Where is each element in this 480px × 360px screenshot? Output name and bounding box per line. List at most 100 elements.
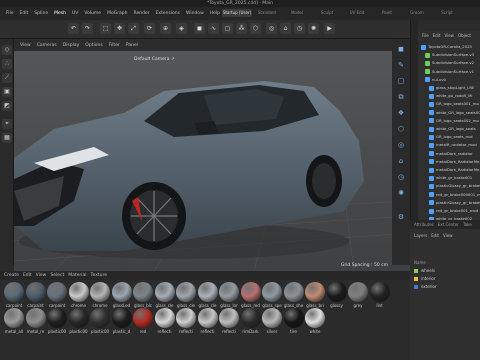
material-swatch[interactable] [90, 308, 110, 328]
light-icon[interactable]: ✺ [308, 23, 319, 34]
material-swatch[interactable] [197, 282, 218, 302]
material-swatch[interactable] [4, 308, 24, 328]
light-icon[interactable]: ✺ [395, 187, 407, 199]
object-row[interactable]: GR_logo_seats002_mo [418, 117, 480, 125]
tab-take[interactable]: Take [463, 222, 472, 227]
menu-edit[interactable]: Edit [20, 11, 29, 16]
menu-render[interactable]: Render [134, 11, 150, 16]
rotate-icon[interactable]: ⟳ [144, 23, 155, 34]
layout-tab[interactable]: Standard [252, 9, 282, 17]
object-row[interactable]: GR_logo_seats_mol [418, 133, 480, 141]
tab-attributes[interactable]: Attributes [414, 222, 434, 227]
material-swatch[interactable] [4, 282, 24, 302]
mat-menu-select[interactable]: Select [50, 273, 64, 278]
object-row[interactable]: white_gu_rodoR_Mi [418, 92, 480, 100]
object-row[interactable]: red_gr_brake000001_mo [418, 191, 480, 199]
material-swatch[interactable] [197, 308, 218, 328]
edges-mode-icon[interactable]: ⟋ [2, 73, 12, 83]
material-swatch[interactable] [240, 282, 261, 302]
object-row[interactable]: red_gr_brake001_mod [418, 207, 480, 215]
cube-icon[interactable]: ◼ [194, 23, 205, 34]
viewport-menu-filter[interactable]: Filter [109, 43, 120, 48]
layer-row[interactable]: interior [414, 275, 478, 283]
3d-viewport[interactable]: Default Camera ↗︎ Grid Spacing : 50 cm [14, 51, 410, 271]
layout-tab[interactable]: Model [282, 9, 312, 17]
material-swatch[interactable] [262, 282, 282, 302]
material-swatch[interactable] [348, 282, 368, 302]
material-swatch[interactable] [219, 282, 239, 302]
menu-uv[interactable]: UV [72, 11, 78, 16]
mat-menu-texture[interactable]: Texture [91, 273, 107, 278]
mat-menu-edit[interactable]: Edit [23, 273, 32, 278]
object-row[interactable]: white_GR_logo_seats001 [418, 109, 480, 117]
camera-icon[interactable]: ◷ [395, 171, 407, 183]
layout-tab[interactable]: Startup (User) [222, 9, 252, 17]
field-icon[interactable]: ◎ [266, 23, 277, 34]
material-swatch[interactable] [133, 282, 153, 302]
object-row[interactable]: GR_logo_seats001_mo [418, 100, 480, 108]
scale-icon[interactable]: ⤢ [128, 23, 139, 34]
layout-tab[interactable]: Sculpt [312, 9, 342, 17]
render-settings-icon[interactable]: ⚙ [395, 211, 407, 223]
points-mode-icon[interactable]: ∴ [2, 59, 12, 69]
axis-icon[interactable]: ⊕ [160, 23, 171, 34]
menu-mesh[interactable]: Mesh [54, 11, 66, 16]
workplane-icon[interactable]: ▦ [2, 133, 12, 143]
spline-pen-icon[interactable]: ✎ [395, 59, 407, 71]
viewport-menu-cameras[interactable]: Cameras [37, 43, 57, 48]
object-row[interactable]: white_gr_brake001 [418, 174, 480, 182]
material-swatch[interactable] [154, 308, 175, 328]
layer-row[interactable]: exterior [414, 283, 478, 291]
material-swatch[interactable] [133, 308, 153, 328]
material-swatch[interactable] [90, 282, 110, 302]
material-swatch[interactable] [305, 308, 325, 328]
object-row[interactable]: glass_stopLight_LRE [418, 84, 480, 92]
material-swatch[interactable] [111, 308, 132, 328]
viewport-menu-options[interactable]: Options [85, 43, 102, 48]
render-icon[interactable]: ▶ [324, 23, 335, 34]
menu-spline[interactable]: Spline [34, 11, 48, 16]
texture-mode-icon[interactable]: ◩ [2, 101, 12, 111]
layer-menu-view[interactable]: View [443, 233, 453, 238]
make-editable-icon[interactable]: ◇ [2, 45, 12, 55]
scene-icon[interactable]: ⌂ [280, 23, 291, 34]
object-row[interactable]: plasticGlossy_gr_brake0 [418, 182, 480, 190]
object-row[interactable]: plasticGlossy_gr_brake0 [418, 199, 480, 207]
material-swatch[interactable] [47, 282, 67, 302]
material-swatch[interactable] [176, 282, 196, 302]
object-row[interactable]: nuLuv0 [418, 76, 480, 84]
undo-icon[interactable]: ↶ [68, 23, 79, 34]
subdivision-icon[interactable]: ▢ [222, 23, 233, 34]
object-row[interactable]: metalDark_RadiatorMe [418, 166, 480, 174]
menu-volume[interactable]: Volume [84, 11, 101, 16]
cube-icon[interactable]: ◼ [395, 43, 407, 55]
layout-tab[interactable]: Paint [372, 9, 402, 17]
material-swatch[interactable] [326, 282, 347, 302]
spline-icon[interactable]: ∿ [208, 23, 219, 34]
material-swatch[interactable] [111, 282, 132, 302]
redo-icon[interactable]: ↷ [82, 23, 93, 34]
array-icon[interactable]: ⁂ [236, 23, 247, 34]
material-swatch[interactable] [47, 308, 67, 328]
object-menu-view[interactable]: View [444, 33, 454, 38]
mat-menu-material[interactable]: Material [68, 273, 86, 278]
material-swatch[interactable] [68, 308, 89, 328]
layer-menu-layers[interactable]: Layers [414, 233, 427, 238]
mat-menu-view[interactable]: View [36, 273, 47, 278]
material-swatch[interactable] [262, 308, 282, 328]
object-row[interactable]: metalDark_radiator [418, 150, 480, 158]
menu-mograph[interactable]: MoGraph [107, 11, 127, 16]
menu-file[interactable]: File [6, 11, 14, 16]
deformer-icon[interactable]: ⬡ [395, 123, 407, 135]
material-swatch[interactable] [283, 282, 304, 302]
polygons-mode-icon[interactable]: ▣ [2, 87, 12, 97]
symmetry-icon[interactable]: ⧉ [395, 91, 407, 103]
object-row[interactable]: SubdivisionSurface.v1 [418, 68, 480, 76]
object-menu-object[interactable]: Object [458, 33, 471, 38]
object-menu-edit[interactable]: Edit [433, 33, 441, 38]
object-icon[interactable]: ◈ [176, 23, 187, 34]
menu-help[interactable]: Help [210, 11, 220, 16]
material-swatch[interactable] [154, 282, 175, 302]
menu-window[interactable]: Window [186, 11, 204, 16]
subdivision-icon[interactable]: ▢ [395, 75, 407, 87]
